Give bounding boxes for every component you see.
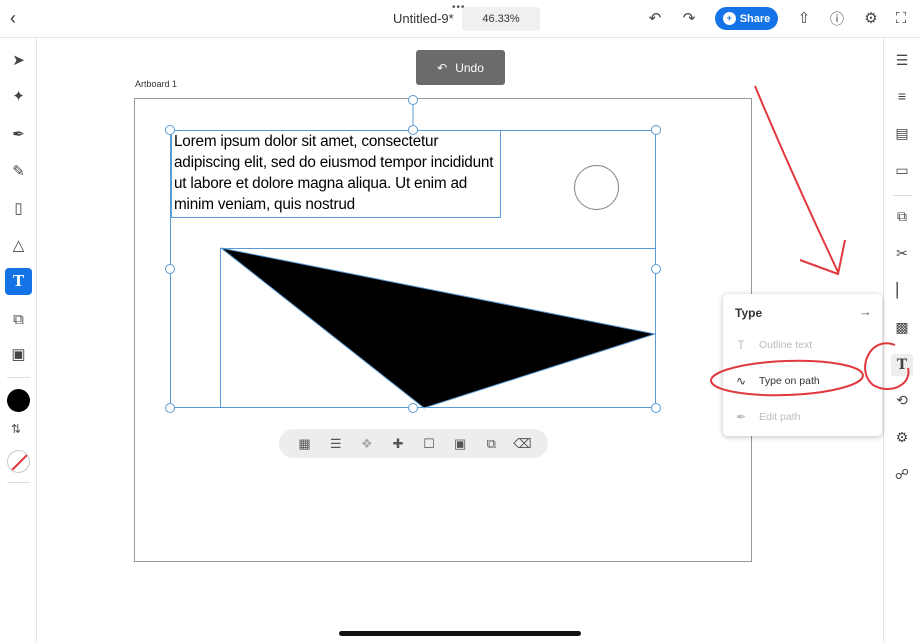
group-icon[interactable]: ▣ xyxy=(450,436,470,452)
stack-icon[interactable]: ❖ xyxy=(357,436,377,452)
resize-handle-top-right[interactable] xyxy=(651,125,661,135)
edit-path-icon: ✒ xyxy=(735,410,747,424)
popover-title: Type xyxy=(735,306,763,320)
rotate-handle[interactable] xyxy=(408,95,418,105)
unlock-icon[interactable]: ☐ xyxy=(419,436,439,452)
resize-handle-bottom-left[interactable] xyxy=(165,403,175,413)
resize-handle-top[interactable] xyxy=(408,125,418,135)
text-align-icon[interactable]: ☰ xyxy=(326,436,346,452)
duplicate-icon[interactable]: ⧉ xyxy=(481,436,501,452)
move-icon[interactable]: ✚ xyxy=(388,436,408,452)
type-on-path-icon: ∿ xyxy=(735,374,747,388)
resize-handle-right[interactable] xyxy=(651,264,661,274)
type-popover: Type → T Outline text ∿ Type on path ✒ E… xyxy=(723,294,882,436)
pattern-icon[interactable]: ▦ xyxy=(295,436,315,452)
contextual-action-bar: ▦ ☰ ❖ ✚ ☐ ▣ ⧉ ⌫ xyxy=(279,429,548,458)
lorem-text-box[interactable]: Lorem ipsum dolor sit amet, consectetur … xyxy=(171,130,501,218)
home-indicator xyxy=(339,631,581,636)
lorem-text: Lorem ipsum dolor sit amet, consectetur … xyxy=(174,133,494,213)
edit-path-label: Edit path xyxy=(759,411,801,423)
resize-handle-left[interactable] xyxy=(165,264,175,274)
outline-text-icon: T xyxy=(737,338,745,352)
resize-handle-bottom-right[interactable] xyxy=(651,403,661,413)
resize-handle-top-left[interactable] xyxy=(165,125,175,135)
type-on-path-item[interactable]: ∿ Type on path xyxy=(733,370,873,392)
outline-text-label: Outline text xyxy=(759,339,813,351)
outline-text-item[interactable]: T Outline text xyxy=(733,334,873,356)
delete-trash-icon[interactable]: ⌫ xyxy=(512,436,532,452)
resize-handle-bottom[interactable] xyxy=(408,403,418,413)
arrow-right-icon[interactable]: → xyxy=(859,304,872,319)
type-on-path-label: Type on path xyxy=(759,375,820,387)
edit-path-item[interactable]: ✒ Edit path xyxy=(733,406,873,428)
